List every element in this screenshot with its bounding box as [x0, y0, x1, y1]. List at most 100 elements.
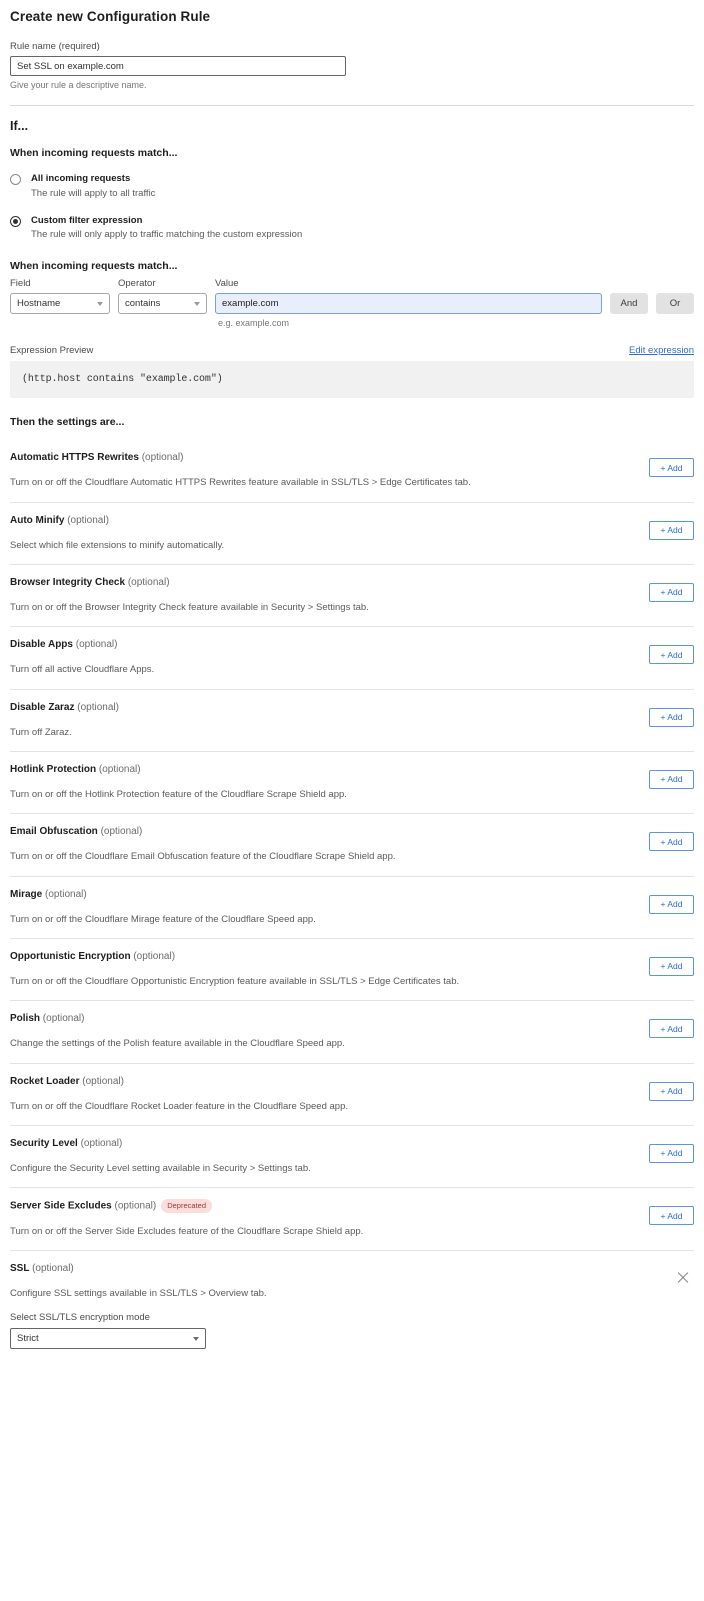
setting-title: SSL (optional) [10, 1262, 664, 1275]
expression-preview-label: Expression Preview [10, 345, 94, 357]
add-setting-button[interactable]: + Add [649, 1019, 694, 1039]
setting-name: Polish [10, 1013, 41, 1025]
radio-option-all-requests[interactable]: All incoming requests The rule will appl… [10, 173, 694, 201]
then-section-heading: Then the settings are... [10, 416, 125, 429]
status-badge-deprecated: Deprecated [161, 1199, 212, 1213]
add-setting-button[interactable]: + Add [649, 645, 694, 665]
setting-description: Turn on or off the Cloudflare Rocket Loa… [10, 1100, 348, 1112]
add-setting-button[interactable]: + Add [649, 707, 694, 727]
setting-texts: Hotlink Protection (optional) Turn on or … [10, 763, 649, 801]
setting-description: Turn on or off the Cloudflare Mirage fea… [10, 913, 316, 925]
setting-optional-tag: (optional) [67, 514, 109, 526]
or-button[interactable]: Or [656, 293, 694, 315]
operator-label: Operator [118, 278, 156, 290]
setting-title: Mirage (optional) [10, 888, 637, 901]
radio-icon-unselected[interactable] [10, 174, 21, 185]
setting-description: Turn on or off the Hotlink Protection fe… [10, 788, 347, 800]
setting-title: Disable Apps (optional) [10, 638, 637, 651]
setting-texts: SSL (optional) Configure SSL settings ava… [10, 1262, 676, 1349]
expression-builder-heading: When incoming requests match... [10, 260, 178, 273]
setting-texts: Opportunistic Encryption (optional) Turn … [10, 950, 649, 988]
setting-name: Mirage [10, 888, 43, 900]
setting-texts: Security Level (optional) Configure the S… [10, 1137, 649, 1175]
radio-description: The rule will apply to all traffic [31, 187, 156, 199]
add-setting-button[interactable]: + Add [649, 458, 694, 478]
chevron-down-icon [194, 302, 200, 307]
add-setting-button[interactable]: + Add [649, 957, 694, 976]
setting-optional-tag: (optional) [114, 1200, 157, 1212]
add-setting-button[interactable]: + Add [649, 1144, 694, 1164]
setting-name: Server Side Excludes [10, 1200, 112, 1212]
setting-row: Disable Apps (optional) Turn off all acti… [10, 627, 694, 688]
setting-name: SSL [10, 1263, 30, 1275]
add-setting-button[interactable]: + Add [649, 1206, 694, 1226]
setting-texts: Browser Integrity Check (optional) Turn o… [10, 576, 649, 614]
setting-row: Disable Zaraz (optional) Turn off Zaraz. +… [10, 690, 694, 751]
expression-preview-box: (http.host contains "example.com") [10, 361, 694, 399]
add-setting-button[interactable]: + Add [649, 769, 694, 789]
setting-description: Turn on or off the Cloudflare Automatic … [10, 477, 471, 489]
rule-name-input[interactable] [10, 56, 346, 76]
setting-optional-tag: (optional) [82, 1075, 124, 1087]
operator-column: Operator contains [118, 278, 207, 315]
setting-texts: Disable Apps (optional) Turn off all acti… [10, 638, 649, 676]
setting-title: Security Level (optional) [10, 1137, 637, 1150]
field-column: Field Hostname [10, 278, 110, 315]
page-title: Create new Configuration Rule [10, 9, 211, 24]
radio-option-custom-filter[interactable]: Custom filter expression The rule will o… [10, 215, 694, 243]
close-icon[interactable] [676, 1271, 690, 1285]
radio-icon-selected[interactable] [10, 215, 21, 227]
radio-description: The rule will only apply to traffic matc… [31, 229, 303, 241]
field-label: Field [10, 278, 31, 290]
setting-name: Browser Integrity Check [10, 576, 126, 588]
setting-texts: Mirage (optional) Turn on or off the Clou… [10, 888, 649, 926]
encryption-mode-label: Select SSL/TLS encryption mode [10, 1311, 150, 1323]
setting-row: Auto Minify (optional) Select which file … [10, 503, 694, 564]
setting-name: Auto Minify [10, 514, 65, 526]
add-setting-button[interactable]: + Add [649, 520, 694, 540]
setting-description: Turn on or off the Cloudflare Opportunis… [10, 976, 460, 987]
add-setting-button[interactable]: + Add [649, 832, 694, 852]
encryption-mode-value: Strict [17, 1332, 39, 1344]
setting-name: Rocket Loader [10, 1075, 80, 1087]
operator-select[interactable]: contains [118, 293, 207, 315]
setting-optional-tag: (optional) [42, 1013, 85, 1025]
setting-name: Disable Apps [10, 639, 73, 651]
setting-name: Security Level [10, 1138, 78, 1150]
add-setting-button[interactable]: + Add [649, 582, 694, 602]
setting-description: Turn off Zaraz. [10, 726, 72, 738]
setting-name: Hotlink Protection [10, 763, 97, 775]
configuration-rule-form: Create new Configuration Rule Rule name … [0, 9, 704, 1361]
setting-description: Select which file extensions to minify a… [10, 539, 225, 551]
setting-texts: Email Obfuscation (optional) Turn on or o… [10, 825, 649, 863]
setting-optional-tag: (optional) [32, 1263, 74, 1275]
setting-description: Turn on or off the Server Side Excludes … [10, 1225, 364, 1237]
setting-row: Mirage (optional) Turn on or off the Clou… [10, 877, 694, 938]
setting-description: Turn off all active Cloudflare Apps. [10, 664, 155, 676]
setting-name: Disable Zaraz [10, 701, 75, 713]
field-select[interactable]: Hostname [10, 293, 110, 315]
if-section-heading: If... [10, 119, 29, 133]
add-setting-button[interactable]: + Add [649, 1081, 694, 1101]
encryption-mode-select[interactable]: Strict [10, 1327, 206, 1349]
match-heading: When incoming requests match... [10, 147, 178, 159]
setting-row: Server Side Excludes (optional) Deprecate… [10, 1188, 694, 1250]
chevron-down-icon [97, 302, 103, 307]
setting-name: Opportunistic Encryption [10, 951, 131, 962]
setting-texts: Polish (optional) Change the settings of … [10, 1012, 649, 1050]
and-button[interactable]: And [610, 293, 648, 315]
setting-row: Polish (optional) Change the settings of … [10, 1001, 694, 1062]
value-input[interactable] [215, 293, 602, 315]
setting-optional-tag: (optional) [141, 452, 184, 464]
match-mode-radio-group: All incoming requests The rule will appl… [10, 173, 694, 242]
edit-expression-link[interactable]: Edit expression [629, 345, 694, 356]
setting-name: Automatic HTTPS Rewrites [10, 452, 139, 464]
setting-row: Rocket Loader (optional) Turn on or off t… [10, 1064, 694, 1125]
setting-name: Email Obfuscation [10, 826, 98, 838]
setting-description: Turn on or off the Browser Integrity Che… [10, 601, 369, 613]
setting-texts: Disable Zaraz (optional) Turn off Zaraz. [10, 701, 649, 739]
setting-title: Disable Zaraz (optional) [10, 701, 637, 714]
radio-label: All incoming requests [31, 173, 131, 184]
setting-row: Opportunistic Encryption (optional) Turn … [10, 939, 694, 1000]
add-setting-button[interactable]: + Add [649, 894, 694, 914]
